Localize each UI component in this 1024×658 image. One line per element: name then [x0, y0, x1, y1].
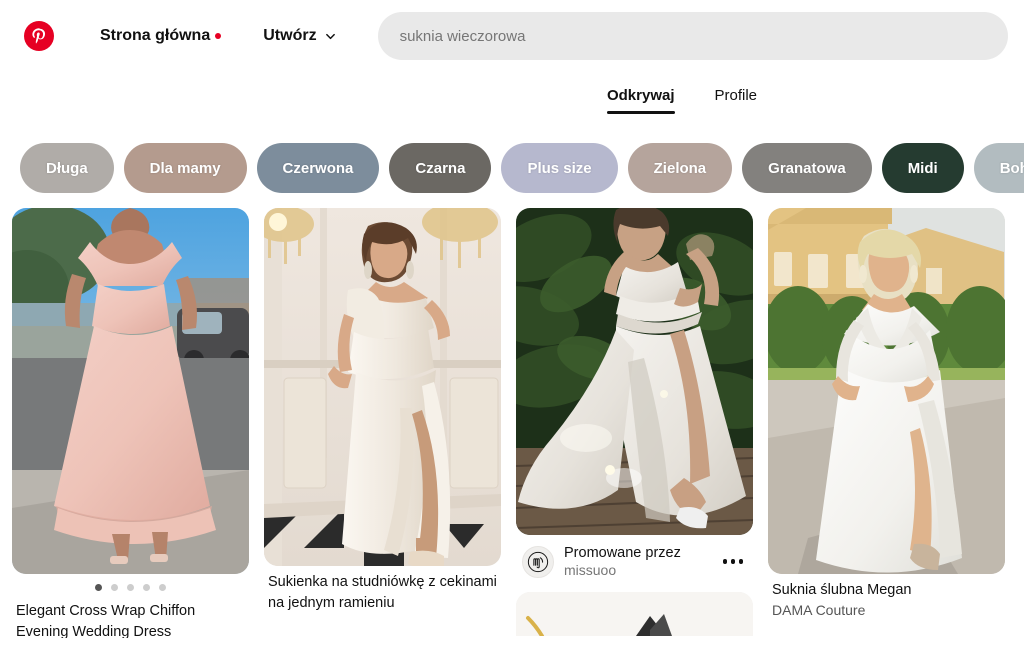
- tab-odkrywaj[interactable]: Odkrywaj: [606, 86, 675, 116]
- nav-create-label: Utwórz: [263, 27, 317, 44]
- pin-title: Suknia ślubna Megan: [772, 582, 912, 598]
- filter-pill-zielona[interactable]: Zielona: [627, 143, 733, 193]
- pinterest-logo-icon[interactable]: [24, 21, 54, 51]
- pin-image[interactable]: [768, 208, 1005, 574]
- pin-column-4: Suknia ślubna Megan DAMA Couture: [768, 208, 1005, 632]
- promoter-name: missuoo: [564, 562, 617, 578]
- chevron-down-icon: [325, 31, 336, 42]
- filter-pill-midi[interactable]: Midi: [881, 143, 964, 193]
- filter-pill-boho[interactable]: Boho: [973, 143, 1024, 193]
- pin-column-2: Sukienka na studniówkę z cekinami na jed…: [264, 208, 501, 627]
- filter-pill-label: Granatowa: [768, 159, 846, 177]
- pin-column-1: Elegant Cross Wrap Chiffon Evening Weddi…: [12, 208, 249, 638]
- carousel-dot[interactable]: [159, 584, 166, 591]
- nav-home-label: Strona główna: [100, 27, 211, 44]
- carousel-dot[interactable]: [111, 584, 118, 591]
- carousel-dots[interactable]: [12, 574, 249, 595]
- search-input[interactable]: [399, 27, 986, 45]
- pin-card[interactable]: Suknia ślubna Megan DAMA Couture: [768, 208, 1005, 618]
- filter-pill-label: Boho: [999, 159, 1024, 177]
- filter-pill-label: Zielona: [653, 159, 707, 177]
- filter-pill-plus-size[interactable]: Plus size: [501, 143, 618, 193]
- nav-home-notification-dot: [215, 33, 222, 39]
- filter-pill-row[interactable]: Długa Dla mamy Czerwona Czarna Plus size…: [0, 130, 1024, 208]
- pin-title: Sukienka na studniówkę z cekinami na jed…: [268, 574, 497, 611]
- brand-monogram-icon[interactable]: [522, 545, 554, 578]
- pin-card[interactable]: Sukienka na studniówkę z cekinami na jed…: [264, 208, 501, 613]
- search-result-tabs: Odkrywaj Profile: [0, 72, 1024, 130]
- pin-image[interactable]: [264, 208, 501, 566]
- tab-profile[interactable]: Profile: [715, 87, 758, 116]
- nav-item-create[interactable]: Utwórz: [249, 19, 349, 53]
- promoted-pin-attribution[interactable]: Promowane przez missuoo: [516, 535, 753, 578]
- pin-column-3: Promowane przez missuoo: [516, 208, 753, 638]
- top-navigation-bar: Strona główna Utwórz: [0, 0, 1024, 72]
- search-bar[interactable]: [377, 12, 1008, 60]
- pin-card[interactable]: [516, 592, 753, 636]
- pin-title: Elegant Cross Wrap Chiffon Evening Weddi…: [16, 603, 196, 638]
- filter-pill-czerwona[interactable]: Czerwona: [256, 143, 380, 193]
- nav-item-home[interactable]: Strona główna: [86, 19, 235, 53]
- carousel-dot[interactable]: [95, 584, 102, 591]
- pin-image[interactable]: [516, 592, 753, 636]
- carousel-dot[interactable]: [143, 584, 150, 591]
- filter-pill-granatowa[interactable]: Granatowa: [742, 143, 872, 193]
- pin-subtitle: DAMA Couture: [772, 601, 866, 618]
- pin-image[interactable]: [516, 208, 753, 535]
- tab-profile-label: Profile: [714, 86, 758, 104]
- kebab-menu-icon[interactable]: [717, 551, 750, 572]
- pin-image[interactable]: [12, 208, 249, 574]
- filter-pill-label: Plus size: [527, 159, 592, 177]
- promoted-text-block: Promowane przez missuoo: [564, 545, 707, 578]
- filter-pill-label: Czerwona: [282, 159, 354, 177]
- filter-pill-dluga[interactable]: Długa: [20, 143, 114, 193]
- carousel-dot[interactable]: [127, 584, 134, 591]
- pin-card[interactable]: Promowane przez missuoo: [516, 208, 753, 578]
- tab-odkrywaj-label: Odkrywaj: [606, 86, 675, 104]
- filter-pill-label: Czarna: [415, 159, 466, 177]
- filter-pill-label: Długa: [46, 159, 88, 177]
- filter-pill-label: Dla mamy: [149, 159, 221, 177]
- pin-grid: Elegant Cross Wrap Chiffon Evening Weddi…: [0, 208, 1024, 638]
- promoted-label: Promowane przez: [564, 545, 681, 561]
- pin-card[interactable]: Elegant Cross Wrap Chiffon Evening Weddi…: [12, 208, 249, 638]
- filter-pill-czarna[interactable]: Czarna: [389, 143, 492, 193]
- filter-pill-label: Midi: [907, 159, 938, 177]
- filter-pill-dla-mamy[interactable]: Dla mamy: [123, 143, 247, 193]
